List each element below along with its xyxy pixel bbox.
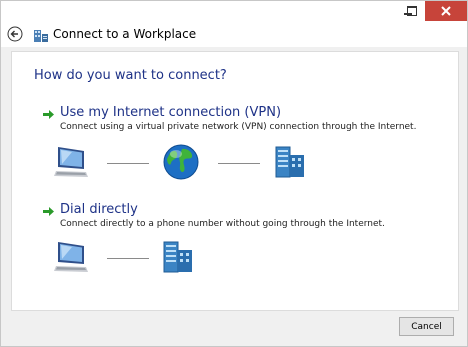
title-bar — [1, 1, 467, 23]
connection-line — [107, 258, 149, 259]
connection-line — [218, 163, 260, 164]
back-arrow-icon[interactable] — [7, 26, 23, 42]
option-vpn-description: Connect using a virtual private network … — [60, 122, 417, 132]
close-icon — [441, 6, 451, 16]
wizard-header: Connect to a Workplace — [1, 23, 467, 47]
page-heading: How do you want to connect? — [34, 68, 227, 83]
connection-line — [107, 163, 149, 164]
option-dial-directly[interactable]: Dial directly Connect directly to a phon… — [12, 202, 458, 282]
maximize-button[interactable] — [399, 1, 425, 21]
cancel-button[interactable]: Cancel — [399, 317, 454, 336]
workplace-network-icon — [34, 30, 48, 42]
connect-to-workplace-window: Connect to a Workplace How do you want t… — [0, 0, 468, 347]
globe-icon — [163, 144, 199, 180]
option-dial-description: Connect directly to a phone number witho… — [60, 219, 385, 229]
computer-icon — [54, 147, 88, 177]
window-title: Connect to a Workplace — [53, 27, 197, 41]
wizard-footer: Cancel — [1, 311, 467, 346]
green-arrow-icon — [43, 110, 54, 119]
computer-icon — [54, 242, 88, 272]
option-vpn-title: Use my Internet connection (VPN) — [60, 105, 282, 120]
option-vpn[interactable]: Use my Internet connection (VPN) Connect… — [12, 105, 458, 195]
maximize-icon — [407, 6, 417, 16]
content-panel: How do you want to connect? Use my Inter… — [11, 51, 459, 311]
server-building-icon — [275, 146, 304, 178]
option-dial-title: Dial directly — [60, 202, 138, 217]
close-button[interactable] — [425, 1, 467, 21]
green-arrow-icon — [43, 207, 54, 216]
server-building-icon — [163, 241, 192, 273]
